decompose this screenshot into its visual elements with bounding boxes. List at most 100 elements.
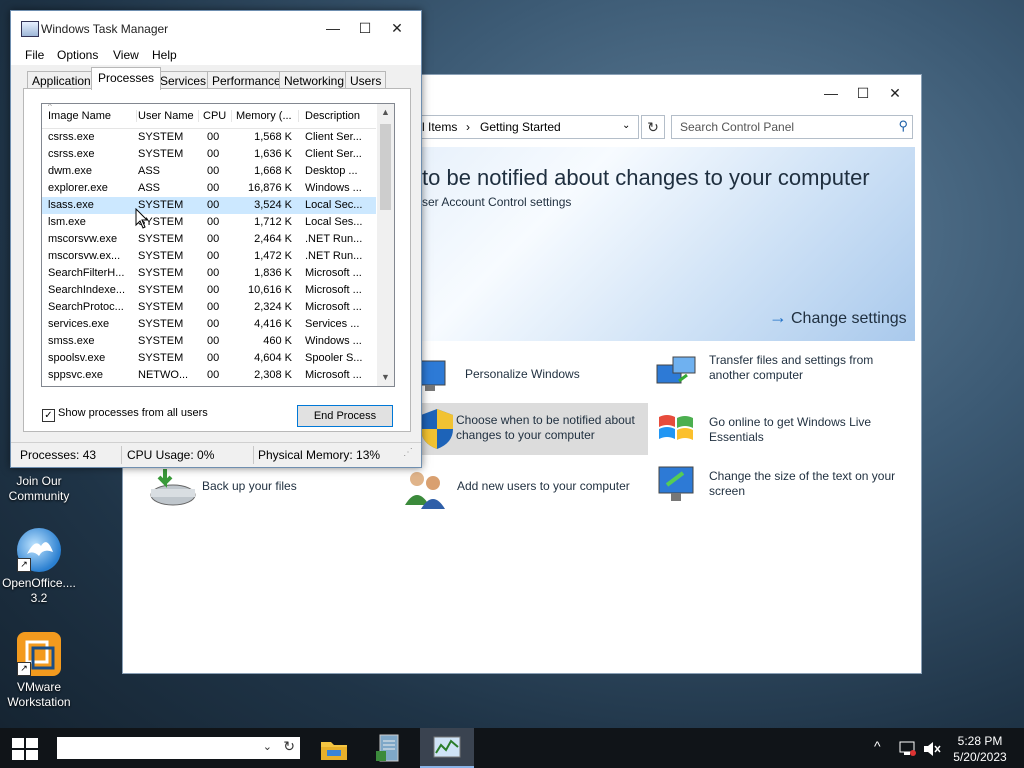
cell-user-name: SYSTEM [138, 301, 184, 313]
taskbar-clock[interactable]: 5:28 PM 5/20/2023 [945, 733, 1015, 765]
table-row[interactable]: lsass.exe SYSTEM 00 3,524 K Local Sec... [42, 197, 376, 214]
cell-memory: 10,616 K [247, 284, 292, 296]
chevron-down-icon[interactable]: ⌄ [622, 120, 630, 131]
status-bar: Processes: 43 CPU Usage: 0% Physical Mem… [11, 442, 421, 467]
volume-muted-icon[interactable] [922, 728, 942, 768]
cell-description: .NET Run... [305, 233, 363, 245]
task-transfer-files[interactable]: Transfer files and settings from another … [655, 351, 905, 399]
task-personalize[interactable]: Personalize Windows [411, 355, 651, 399]
table-row[interactable]: SearchFilterH... SYSTEM 00 1,836 K Microsoft… [42, 265, 376, 282]
tab-processes[interactable]: Processes [91, 67, 162, 90]
cell-user-name: SYSTEM [138, 148, 184, 160]
table-row[interactable]: sppsvc.exe NETWO... 00 2,308 K Microsoft ... [42, 367, 376, 384]
taskbar-search-input[interactable]: ⌄ ↻ [57, 737, 300, 759]
file-explorer-icon[interactable] [307, 728, 361, 768]
clock-time: 5:28 PM [957, 734, 1003, 748]
windows-logo-icon [655, 407, 699, 451]
menu-help[interactable]: Help [152, 48, 177, 62]
scrollbar-thumb[interactable] [380, 124, 391, 210]
column-memory[interactable]: Memory (... [236, 110, 299, 122]
cell-memory: 1,568 K [254, 131, 292, 143]
network-icon[interactable] [898, 728, 918, 768]
taskbar: ⌄ ↻ ^ 5:28 PM 5/20/2023 [0, 728, 1024, 768]
minimize-button[interactable]: — [317, 15, 349, 41]
maximize-button[interactable]: ☐ [847, 81, 879, 105]
table-row[interactable]: smss.exe SYSTEM 00 460 K Windows ... [42, 333, 376, 350]
status-cpu: CPU Usage: 0% [127, 448, 215, 462]
cell-memory: 460 K [263, 335, 292, 347]
close-button[interactable]: ✕ [879, 81, 911, 105]
search-icon[interactable]: ⚲ [898, 118, 908, 134]
breadcrumb-current[interactable]: Getting Started [480, 120, 561, 134]
vertical-scrollbar[interactable]: ▲ ▼ [377, 104, 394, 386]
table-row[interactable]: SearchIndexe... SYSTEM 00 10,616 K Microsoft… [42, 282, 376, 299]
task-manager-titlebar[interactable]: Windows Task Manager — ☐ ✕ [11, 11, 421, 45]
cell-cpu: 00 [207, 131, 220, 143]
notepad-icon[interactable] [361, 728, 415, 768]
breadcrumb-item[interactable]: l Items [422, 120, 457, 134]
windows-start-icon[interactable] [12, 738, 40, 760]
change-settings-link[interactable]: → Change settings [769, 307, 907, 328]
table-row[interactable]: csrss.exe SYSTEM 00 1,636 K Client Ser... [42, 146, 376, 163]
close-button[interactable]: ✕ [381, 15, 413, 41]
table-row[interactable]: mscorsvw.ex... SYSTEM 00 1,472 K .NET Run... [42, 248, 376, 265]
cell-user-name: ASS [138, 165, 161, 177]
cell-image-name: smss.exe [48, 335, 95, 347]
table-row[interactable]: mscorsvw.exe SYSTEM 00 2,464 K .NET Run... [42, 231, 376, 248]
cell-description: Services ... [305, 318, 360, 330]
maximize-button[interactable]: ☐ [349, 15, 381, 41]
desktop-icon-vmware[interactable]: ↗ VMware Workstation [0, 632, 78, 710]
task-backup[interactable]: Back up your files [147, 465, 377, 509]
cell-image-name: mscorsvw.ex... [48, 250, 121, 262]
refresh-icon[interactable]: ↻ [283, 738, 295, 755]
process-list[interactable]: ^ Image Name User Name CPU Memory (... D… [41, 103, 395, 387]
task-windows-live[interactable]: Go online to get Windows Live Essentials [655, 407, 905, 455]
cell-memory: 1,472 K [254, 250, 292, 262]
column-image-name[interactable]: Image Name [48, 110, 137, 122]
menu-options[interactable]: Options [57, 48, 98, 62]
table-row[interactable]: csrss.exe SYSTEM 00 1,568 K Client Ser... [42, 129, 376, 146]
minimize-button[interactable]: — [815, 81, 847, 105]
table-row[interactable]: spoolsv.exe SYSTEM 00 4,604 K Spooler S... [42, 350, 376, 367]
column-cpu[interactable]: CPU [203, 110, 232, 122]
column-user-name[interactable]: User Name [138, 110, 199, 122]
column-header-row: ^ Image Name User Name CPU Memory (... D… [42, 104, 376, 129]
show-all-users-checkbox[interactable]: ✓ Show processes from all users [42, 407, 208, 422]
end-process-button[interactable]: End Process [297, 405, 393, 427]
table-row[interactable]: SearchProtoc... SYSTEM 00 2,324 K Microsoft … [42, 299, 376, 316]
cell-image-name: lsm.exe [48, 216, 86, 228]
task-add-users[interactable]: Add new users to your computer [403, 465, 653, 509]
search-input[interactable]: Search Control Panel ⚲ [671, 115, 913, 139]
desktop-icon-label: OpenOffice.... 3.2 [2, 576, 76, 605]
task-text-size[interactable]: Change the size of the text on your scree… [655, 463, 915, 511]
table-row[interactable]: lsm.exe SYSTEM 00 1,712 K Local Ses... [42, 214, 376, 231]
resize-grip-icon[interactable]: ⋰ [403, 447, 413, 458]
scroll-up-icon[interactable]: ▲ [377, 104, 394, 121]
cell-user-name: SYSTEM [138, 233, 184, 245]
cell-cpu: 00 [207, 216, 220, 228]
desktop-icon-openoffice[interactable]: ↗ OpenOffice.... 3.2 [0, 528, 78, 606]
task-uac-settings[interactable]: Choose when to be notified about changes … [411, 403, 648, 455]
cell-description: Microsoft ... [305, 284, 362, 296]
cell-cpu: 00 [207, 301, 220, 313]
cell-cpu: 00 [207, 233, 220, 245]
column-description[interactable]: Description [305, 110, 375, 122]
refresh-button[interactable]: ↻ [641, 115, 665, 139]
cell-cpu: 00 [207, 335, 220, 347]
table-row[interactable]: dwm.exe ASS 00 1,668 K Desktop ... [42, 163, 376, 180]
cell-description: Local Sec... [305, 199, 363, 211]
scroll-down-icon[interactable]: ▼ [377, 369, 394, 386]
cell-description: Windows ... [305, 182, 362, 194]
address-bar[interactable]: l Items › Getting Started ⌄ [415, 115, 639, 139]
chevron-down-icon[interactable]: ⌄ [263, 740, 272, 753]
cell-memory: 16,876 K [247, 182, 292, 194]
checkbox-check-icon[interactable]: ✓ [42, 409, 55, 422]
menu-file[interactable]: File [25, 48, 44, 62]
cell-description: Microsoft ... [305, 301, 362, 313]
menu-view[interactable]: View [113, 48, 139, 62]
cell-memory: 1,712 K [254, 216, 292, 228]
table-row[interactable]: services.exe SYSTEM 00 4,416 K Services ... [42, 316, 376, 333]
table-row[interactable]: explorer.exe ASS 00 16,876 K Windows ... [42, 180, 376, 197]
shield-icon [417, 407, 461, 451]
task-manager-icon[interactable] [420, 728, 474, 768]
